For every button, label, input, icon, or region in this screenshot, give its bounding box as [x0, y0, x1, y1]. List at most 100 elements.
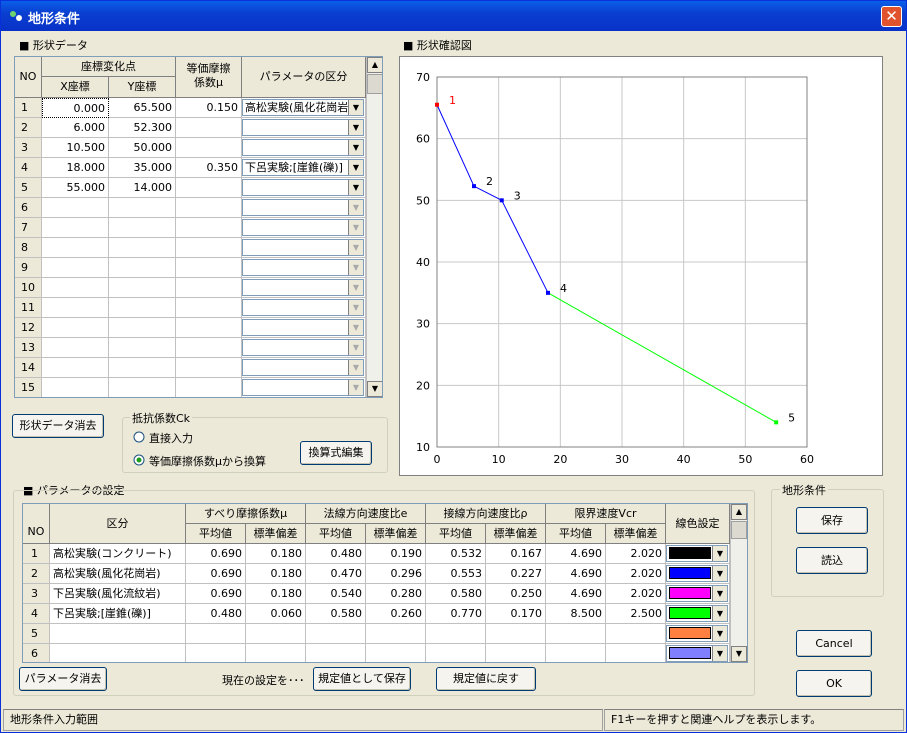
param-cell-lim_m[interactable] [546, 644, 606, 662]
shape-cell-y[interactable]: 50.000 [109, 138, 176, 158]
shape-cell-mu[interactable] [176, 378, 242, 397]
shape-cell-x[interactable]: 10.500 [42, 138, 109, 158]
param-combo[interactable]: ▼ [242, 239, 364, 256]
scroll-down-icon[interactable]: ▼ [731, 646, 747, 662]
param-cell-lim_s[interactable]: 2.020 [606, 584, 666, 604]
shape-cell-mu[interactable] [176, 298, 242, 318]
param-cell-nor_m[interactable] [306, 644, 366, 662]
shape-cell-mu[interactable] [176, 318, 242, 338]
params-grid-scrollbar[interactable]: ▲ ▼ [730, 504, 747, 662]
param-combo[interactable]: ▼ [242, 139, 364, 156]
param-cell-lim_s[interactable]: 2.500 [606, 604, 666, 624]
restore-default-button[interactable]: 規定値に戻す [436, 667, 536, 691]
param-row-name[interactable] [50, 624, 186, 644]
param-cell-nor_s[interactable] [366, 644, 426, 662]
param-cell-tan_s[interactable]: 0.227 [486, 564, 546, 584]
param-cell-tan_s[interactable]: 0.167 [486, 544, 546, 564]
shape-cell-y[interactable] [109, 338, 176, 358]
save-as-default-button[interactable]: 規定値として保存 [313, 667, 411, 691]
clear-shape-data-button[interactable]: 形状データ消去 [12, 414, 104, 438]
param-cell-nor_m[interactable]: 0.480 [306, 544, 366, 564]
shape-cell-y[interactable] [109, 378, 176, 397]
param-cell-nor_s[interactable]: 0.280 [366, 584, 426, 604]
shape-cell-x[interactable] [42, 258, 109, 278]
param-cell-nor_s[interactable]: 0.190 [366, 544, 426, 564]
param-cell-lim_m[interactable]: 4.690 [546, 544, 606, 564]
param-combo[interactable]: ▼ [242, 379, 364, 396]
cancel-button[interactable]: Cancel [796, 630, 872, 657]
param-row-name[interactable]: 高松実験(コンクリート) [50, 544, 186, 564]
param-cell-nor_m[interactable]: 0.580 [306, 604, 366, 624]
param-cell-tan_m[interactable]: 0.532 [426, 544, 486, 564]
scroll-up-icon[interactable]: ▲ [731, 504, 747, 520]
param-combo[interactable]: ▼ [242, 299, 364, 316]
param-cell-nor_s[interactable]: 0.260 [366, 604, 426, 624]
shape-cell-y[interactable] [109, 218, 176, 238]
param-combo[interactable]: ▼ [242, 359, 364, 376]
param-cell-nor_s[interactable]: 0.296 [366, 564, 426, 584]
shape-cell-y[interactable] [109, 318, 176, 338]
radio-convert-from-mu[interactable]: 等価摩擦係数μから換算 [133, 453, 293, 468]
param-cell-tan_m[interactable]: 0.770 [426, 604, 486, 624]
shape-cell-x[interactable] [42, 318, 109, 338]
line-color-combo[interactable]: ▼ [666, 565, 728, 582]
param-cell-nor_m[interactable]: 0.470 [306, 564, 366, 584]
shape-cell-y[interactable] [109, 238, 176, 258]
param-cell-slip_s[interactable] [246, 644, 306, 662]
param-cell-nor_m[interactable] [306, 624, 366, 644]
scroll-down-icon[interactable]: ▼ [367, 381, 382, 397]
save-button[interactable]: 保存 [796, 507, 868, 534]
shape-cell-mu[interactable] [176, 218, 242, 238]
param-combo[interactable]: ▼ [242, 259, 364, 276]
param-cell-tan_m[interactable] [426, 644, 486, 662]
title-bar[interactable]: 地形条件 ✕ [1, 1, 906, 31]
param-cell-slip_s[interactable] [246, 624, 306, 644]
param-cell-nor_m[interactable]: 0.540 [306, 584, 366, 604]
param-combo[interactable]: ▼ [242, 199, 364, 216]
shape-cell-x[interactable] [42, 238, 109, 258]
shape-cell-y[interactable] [109, 198, 176, 218]
param-cell-slip_m[interactable]: 0.690 [186, 564, 246, 584]
shape-cell-x[interactable] [42, 278, 109, 298]
param-cell-slip_s[interactable]: 0.060 [246, 604, 306, 624]
param-cell-tan_m[interactable] [426, 624, 486, 644]
shape-cell-y[interactable]: 65.500 [109, 98, 176, 118]
scroll-up-icon[interactable]: ▲ [367, 57, 382, 73]
line-color-combo[interactable]: ▼ [666, 605, 728, 622]
param-cell-lim_m[interactable] [546, 624, 606, 644]
shape-cell-x[interactable] [42, 358, 109, 378]
param-cell-slip_s[interactable]: 0.180 [246, 564, 306, 584]
param-cell-slip_s[interactable]: 0.180 [246, 584, 306, 604]
ok-button[interactable]: OK [796, 670, 872, 697]
scroll-thumb[interactable] [367, 74, 382, 94]
param-combo[interactable]: 高松実験(風化花崗岩) ▼ [242, 99, 364, 116]
param-row-name[interactable]: 下呂実験;[崖錐(礫)] [50, 604, 186, 624]
param-combo[interactable]: ▼ [242, 119, 364, 136]
shape-cell-mu[interactable]: 0.150 [176, 98, 242, 118]
line-color-combo[interactable]: ▼ [666, 585, 728, 602]
shape-cell-x[interactable]: 55.000 [42, 178, 109, 198]
shape-cell-mu[interactable]: 0.350 [176, 158, 242, 178]
param-row-name[interactable]: 下呂実験(風化流紋岩) [50, 584, 186, 604]
param-cell-lim_m[interactable]: 4.690 [546, 564, 606, 584]
param-row-name[interactable]: 高松実験(風化花崗岩) [50, 564, 186, 584]
param-cell-tan_s[interactable]: 0.250 [486, 584, 546, 604]
shape-cell-mu[interactable] [176, 118, 242, 138]
shape-cell-y[interactable]: 14.000 [109, 178, 176, 198]
param-cell-tan_s[interactable]: 0.170 [486, 604, 546, 624]
shape-cell-x[interactable]: 18.000 [42, 158, 109, 178]
param-cell-slip_m[interactable]: 0.690 [186, 544, 246, 564]
param-cell-lim_s[interactable]: 2.020 [606, 564, 666, 584]
param-cell-slip_m[interactable]: 0.690 [186, 584, 246, 604]
param-row-name[interactable] [50, 644, 186, 662]
shape-cell-x[interactable] [42, 338, 109, 358]
param-combo[interactable]: ▼ [242, 319, 364, 336]
shape-cell-y[interactable] [109, 298, 176, 318]
param-combo[interactable]: ▼ [242, 179, 364, 196]
shape-cell-y[interactable]: 52.300 [109, 118, 176, 138]
shape-cell-mu[interactable] [176, 338, 242, 358]
close-button[interactable]: ✕ [881, 6, 902, 27]
shape-cell-x[interactable] [42, 378, 109, 397]
param-combo[interactable]: ▼ [242, 219, 364, 236]
param-cell-lim_m[interactable]: 8.500 [546, 604, 606, 624]
